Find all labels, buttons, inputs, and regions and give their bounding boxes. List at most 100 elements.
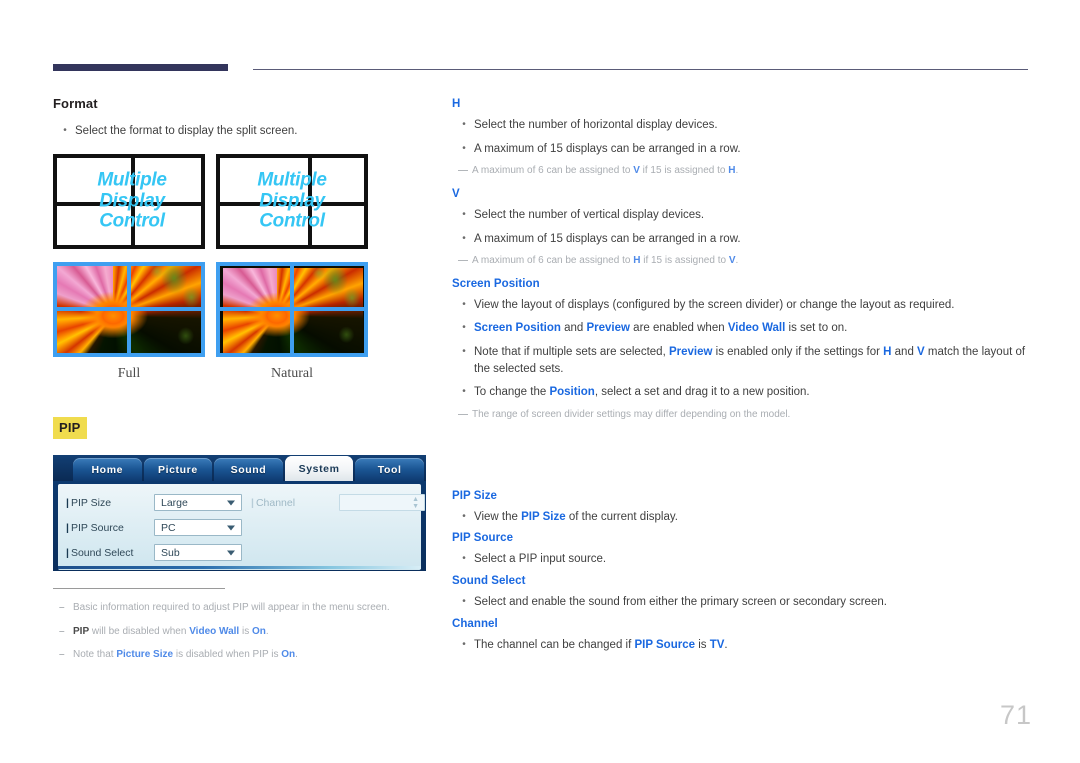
bullet-segment: of the current display. — [565, 510, 678, 523]
osd-tab-label: Home — [91, 463, 124, 476]
bullet-bold: Preview — [586, 322, 630, 335]
flower-image — [57, 311, 127, 353]
bullet-dot-icon: • — [462, 119, 466, 130]
bullet-text: To change the Position, select a set and… — [474, 384, 1032, 401]
flower-image — [294, 311, 363, 353]
bullet-text: Note that if multiple sets are selected,… — [474, 344, 1032, 377]
osd-select-value: Large — [161, 496, 188, 509]
note-item: — A maximum of 6 can be assigned to H if… — [452, 254, 1032, 269]
osd-tab-tool[interactable]: Tool — [355, 458, 424, 481]
page-number: 71 — [999, 700, 1032, 730]
photo-grid-cells — [220, 265, 364, 353]
bullet-dot-icon: • — [462, 595, 466, 607]
osd-select-value: Sub — [161, 546, 180, 559]
footnote-segment: is — [239, 625, 252, 637]
page-header-rule — [53, 64, 1028, 74]
bullet-item: • Select the number of horizontal displa… — [452, 117, 1032, 134]
bullet-segment: is enabled only if the settings for — [712, 346, 884, 359]
bullet-item: • View the layout of displays (configure… — [452, 297, 1032, 314]
osd-channel-stepper[interactable]: ▲ ▼ — [339, 494, 425, 511]
footnote-item: – Note that Picture Size is disabled whe… — [53, 648, 438, 663]
bullet-item: • View the PIP Size of the current displ… — [452, 509, 1032, 526]
note-segment: A maximum of 6 can be assigned to — [472, 255, 634, 267]
osd-select-sound-select[interactable]: Sub — [154, 544, 242, 561]
bullet-dot-icon: • — [462, 142, 466, 154]
bullet-bold: Preview — [668, 346, 713, 359]
flower-image — [131, 311, 201, 353]
dash-icon: — — [458, 165, 468, 177]
photo-cell — [220, 265, 290, 308]
bullet-segment: and — [560, 322, 587, 335]
bullet-bold: Video Wall — [727, 322, 786, 335]
bullet-item: • To change the Position, select a set a… — [452, 384, 1032, 401]
chevron-down-icon — [227, 525, 235, 530]
heading-screen-position: Screen Position — [452, 277, 540, 290]
footnote-bold: Picture Size — [116, 649, 174, 660]
flower-image — [223, 267, 290, 308]
footnote-text: PIP will be disabled when Video Wall is … — [73, 625, 438, 640]
flower-image — [131, 265, 201, 308]
osd-label-pip-source: PIP Source — [66, 522, 154, 534]
bullet-text: The channel can be changed if PIP Source… — [474, 637, 1032, 654]
osd-select-value: PC — [161, 521, 176, 534]
bullet-text: View the layout of displays (configured … — [474, 298, 955, 311]
footnote-segment: is disabled when PIP is — [173, 649, 282, 660]
heading-pip-source: PIP Source — [452, 532, 514, 545]
osd-select-pip-size[interactable]: Large — [154, 494, 242, 511]
bullet-text: Screen Position and Preview are enabled … — [474, 320, 1032, 337]
bullet-bold: PIP Size — [521, 510, 566, 523]
footnote-segment: . — [265, 625, 269, 637]
bullet-segment: View the — [474, 510, 522, 523]
note-text: A maximum of 6 can be assigned to V if 1… — [472, 164, 1032, 179]
bullet-text: Select a PIP input source. — [474, 553, 607, 566]
video-wall-box-natural: Multiple Display Control — [216, 153, 368, 249]
bullet-segment: are enabled when — [629, 322, 728, 335]
footnote-bold: On — [251, 625, 266, 637]
osd-row-sound-select: Sound Select Sub — [66, 542, 242, 563]
osd-tab-system[interactable]: System — [284, 456, 354, 481]
footnote-bold: Video Wall — [189, 625, 240, 637]
osd-tab-picture[interactable]: Picture — [143, 458, 213, 481]
note-text: The range of screen divider settings may… — [472, 409, 791, 421]
bullet-dot-icon: • — [462, 553, 466, 565]
heading-sound-select: Sound Select — [452, 574, 526, 587]
note-text: A maximum of 6 can be assigned to H if 1… — [472, 254, 1032, 269]
footnote-item: – Basic information required to adjust P… — [53, 601, 438, 616]
bullet-text: A maximum of 15 displays can be arranged… — [474, 232, 741, 245]
photo-cell — [220, 311, 290, 353]
bullet-dot-icon: • — [462, 208, 466, 220]
bullet-item: • Select and enable the sound from eithe… — [452, 594, 1032, 611]
bullet-dot-icon: • — [462, 298, 466, 310]
flower-image — [223, 311, 290, 353]
bullet-segment: The channel can be changed if — [474, 638, 635, 651]
photo-cell — [57, 265, 127, 308]
note-item: — The range of screen divider settings m… — [452, 408, 1032, 423]
heading-channel: Channel — [452, 617, 498, 630]
osd-tab-sound[interactable]: Sound — [214, 458, 283, 481]
photo-cell — [131, 265, 201, 308]
video-wall-box-full: Multiple Display Control — [53, 153, 205, 249]
osd-select-pip-source[interactable]: PC — [154, 519, 242, 536]
bullet-item: • Select a PIP input source. — [452, 551, 1032, 568]
wall-label-line-1: Multiple — [257, 169, 327, 191]
flower-image — [57, 265, 127, 308]
footnote-item: – PIP will be disabled when Video Wall i… — [53, 625, 438, 640]
photo-grid-natural — [216, 261, 368, 357]
note-segment: . — [735, 165, 739, 177]
osd-tab-home[interactable]: Home — [73, 458, 142, 481]
photo-cell — [294, 265, 364, 308]
footnote-bold: PIP — [73, 625, 90, 637]
osd-row-channel: Channel ▲ ▼ — [251, 492, 425, 513]
dash-icon: — — [458, 255, 468, 267]
bullet-dot-icon: • — [462, 232, 466, 244]
note-segment: . — [735, 255, 739, 267]
note-segment: A maximum of 6 can be assigned to — [472, 165, 634, 177]
osd-tab-label: System — [298, 462, 340, 475]
osd-channel-column: Channel ▲ ▼ — [242, 484, 425, 570]
right-column: H • Select the number of horizontal disp… — [452, 98, 1032, 660]
wall-gridline-horizontal — [220, 201, 364, 206]
note-bold: V — [728, 255, 736, 267]
osd-body: PIP Size Large PIP Source PC Sound Selec… — [58, 484, 425, 570]
footnote-segment: will be disabled when — [89, 625, 190, 637]
